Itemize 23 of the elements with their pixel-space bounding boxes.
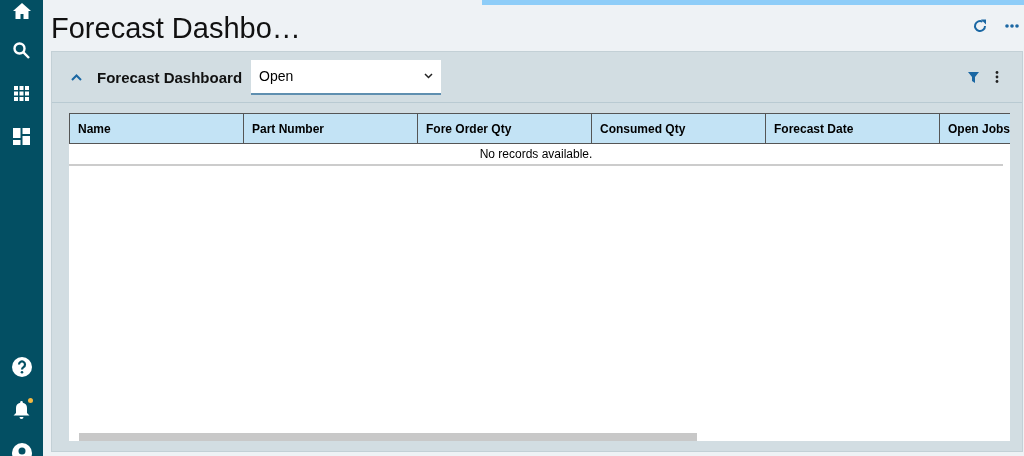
chevron-icon[interactable] <box>71 73 82 81</box>
panel-title: Forecast Dashboard <box>97 68 243 86</box>
home-icon[interactable] <box>12 3 31 19</box>
column-header[interactable]: Forecast Date <box>765 114 939 143</box>
refresh-icon[interactable] <box>973 18 987 33</box>
filter-icon[interactable] <box>968 71 979 83</box>
empty-message: No records available. <box>69 144 1003 166</box>
caret-icon <box>424 73 434 79</box>
dashboard-icon[interactable] <box>13 128 30 145</box>
column-header[interactable]: Fore Order Qty <box>417 114 591 143</box>
bell-icon[interactable] <box>13 399 30 420</box>
column-header[interactable]: Consumed Qty <box>591 114 765 143</box>
more-icon[interactable] <box>1005 23 1019 28</box>
column-header[interactable]: Part Number <box>243 114 417 143</box>
column-header[interactable]: Open Jobs <box>939 114 1010 143</box>
search-icon[interactable] <box>13 42 30 59</box>
kebab-icon[interactable] <box>995 71 999 83</box>
user-avatar-icon[interactable] <box>11 442 32 456</box>
help-icon[interactable] <box>11 356 32 377</box>
column-header[interactable]: Name <box>69 114 243 143</box>
apps-grid-icon[interactable] <box>14 86 29 101</box>
status-dropdown[interactable]: Open <box>251 59 442 95</box>
page-title: Forecast Dashbo… <box>51 12 302 45</box>
